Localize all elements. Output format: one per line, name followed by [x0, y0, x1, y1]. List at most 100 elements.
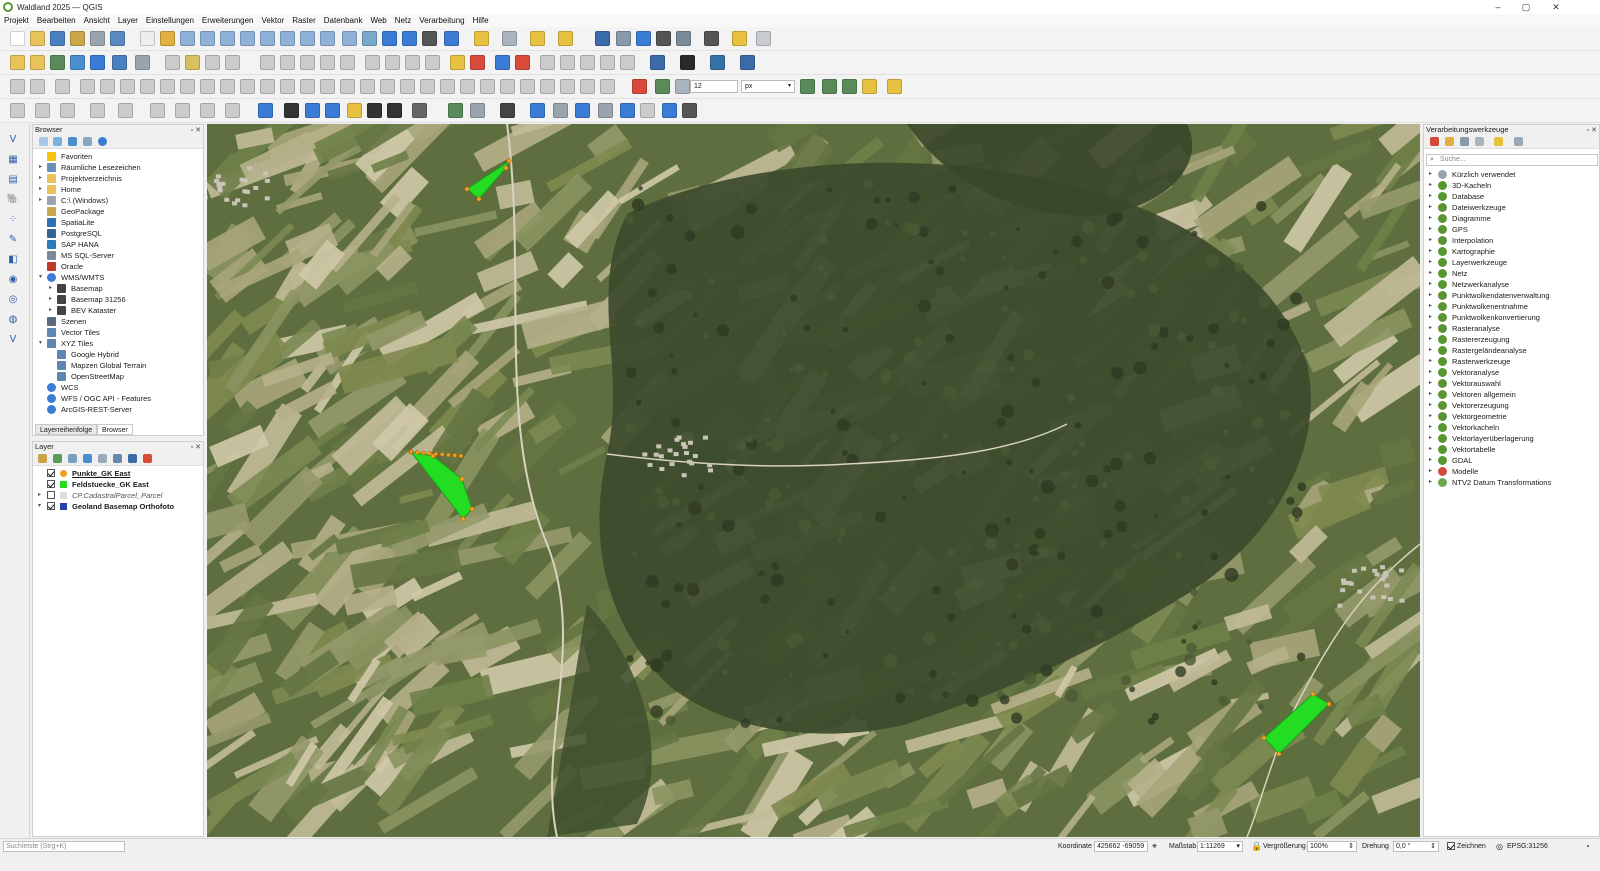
map-canvas[interactable]	[207, 124, 1420, 837]
save-edits-icon[interactable]	[112, 55, 127, 70]
map-tips-icon[interactable]	[732, 31, 747, 46]
redo-icon[interactable]	[340, 55, 355, 70]
rule-icon[interactable]	[600, 55, 615, 70]
text-rect-icon[interactable]	[412, 103, 427, 118]
expand-arrow-icon[interactable]: ▸	[1427, 224, 1434, 235]
snap-layers-icon[interactable]	[655, 79, 670, 94]
locator-search-input[interactable]: Suchleiste (Strg+K)	[3, 841, 125, 852]
statistics-icon[interactable]	[656, 31, 671, 46]
new-vector-layer-icon[interactable]: V	[6, 333, 20, 347]
select-value-icon[interactable]	[502, 31, 517, 46]
expand-arrow-icon[interactable]: ▸	[1427, 268, 1434, 279]
expand-arrow-icon[interactable]: ▸	[1427, 455, 1434, 466]
copy-icon[interactable]	[260, 55, 275, 70]
digitize-icon[interactable]	[50, 55, 65, 70]
expand-arrow-icon[interactable]: ▾	[37, 272, 44, 283]
snap-tolerance-input[interactable]: 12	[690, 80, 738, 93]
database-icon[interactable]	[650, 55, 665, 70]
point-annotation-icon[interactable]	[347, 103, 362, 118]
expand-arrow-icon[interactable]: ▸	[1427, 235, 1434, 246]
bookmark-icon[interactable]	[382, 31, 397, 46]
rotation-spinbox[interactable]: 0,0 ° ⇕	[1393, 841, 1439, 852]
tool-icon[interactable]	[540, 79, 555, 94]
redo-icon[interactable]	[365, 55, 380, 70]
change-label-icon[interactable]	[580, 55, 595, 70]
menu-verarbeitung[interactable]: Verarbeitung	[419, 16, 464, 25]
redo-icon[interactable]	[425, 55, 440, 70]
expand-arrow-icon[interactable]: ▾	[37, 338, 44, 349]
menu-web[interactable]: Web	[370, 16, 386, 25]
expand-arrow-icon[interactable]: ▸	[1427, 301, 1434, 312]
new-project-icon[interactable]	[10, 31, 25, 46]
expand-arrow-icon[interactable]: ▸	[47, 294, 54, 305]
split-icon[interactable]	[240, 79, 255, 94]
python-icon[interactable]	[710, 55, 725, 70]
close-button[interactable]: ✕	[1542, 0, 1570, 14]
expand-arrow-icon[interactable]: ▸	[1427, 400, 1434, 411]
trim-icon[interactable]	[340, 79, 355, 94]
layer-visibility-checkbox[interactable]	[47, 469, 55, 477]
help-icon[interactable]	[740, 55, 755, 70]
zoom-in-icon[interactable]	[180, 31, 195, 46]
filter-legend-icon[interactable]	[68, 454, 77, 463]
identify-icon[interactable]	[595, 31, 610, 46]
redo-icon[interactable]	[405, 55, 420, 70]
layer-visibility-checkbox[interactable]	[47, 491, 55, 499]
measure-area-icon[interactable]	[175, 103, 190, 118]
fill-ring-icon[interactable]	[120, 79, 135, 94]
menu-hilfe[interactable]: Hilfe	[473, 16, 489, 25]
menu-projekt[interactable]: Projekt	[4, 16, 29, 25]
filter-icon[interactable]	[83, 454, 92, 463]
style-icon[interactable]	[38, 454, 47, 463]
collapse-all-icon[interactable]	[83, 137, 92, 146]
expand-arrow-icon[interactable]: ▾	[36, 501, 43, 512]
pin-labels-icon[interactable]	[495, 55, 510, 70]
advanced-digitize-icon[interactable]	[10, 79, 25, 94]
form-annotation-icon[interactable]	[60, 103, 75, 118]
tab-browser[interactable]: Browser	[97, 424, 133, 435]
add-group-icon[interactable]	[53, 454, 62, 463]
expand-arrow-icon[interactable]: ▸	[1427, 444, 1434, 455]
expand-arrow-icon[interactable]: ▸	[1427, 169, 1434, 180]
tool-icon[interactable]	[380, 79, 395, 94]
crosshair-icon[interactable]	[553, 103, 568, 118]
expand-arrow-icon[interactable]: ▸	[37, 162, 44, 173]
style-dock-icon[interactable]	[530, 103, 545, 118]
expand-arrow-icon[interactable]: ▸	[1427, 378, 1434, 389]
add-vector-layer-icon[interactable]: V	[6, 133, 20, 147]
tools-icon[interactable]	[682, 103, 697, 118]
offset-icon[interactable]	[200, 79, 215, 94]
expand-arrow-icon[interactable]: ▸	[1427, 279, 1434, 290]
show-bookmarks-icon[interactable]	[402, 31, 417, 46]
vertex-tool-icon[interactable]	[70, 55, 85, 70]
move-annotation-icon[interactable]	[225, 103, 240, 118]
collapse-all-icon[interactable]	[128, 454, 137, 463]
deselect-icon[interactable]	[530, 31, 545, 46]
tool-icon[interactable]	[520, 79, 535, 94]
scale-select[interactable]: 1:11269 ▾	[1197, 841, 1243, 852]
expand-all-icon[interactable]	[113, 454, 122, 463]
add-raster-layer-icon[interactable]: ▦	[6, 153, 20, 167]
expand-arrow-icon[interactable]: ▸	[1427, 466, 1434, 477]
snap-unit-select[interactable]: px ▾	[741, 80, 795, 93]
add-delimited-text-icon[interactable]: ✎	[6, 233, 20, 247]
add-wms-layer-icon[interactable]: ◉	[6, 273, 20, 287]
measure-angle-icon[interactable]	[150, 103, 165, 118]
expand-arrow-icon[interactable]: ▸	[1427, 312, 1434, 323]
delete-selected-icon[interactable]	[300, 55, 315, 70]
properties-icon[interactable]	[98, 137, 107, 146]
move-label-icon[interactable]	[540, 55, 555, 70]
rule-icon[interactable]	[620, 55, 635, 70]
simplify-icon[interactable]	[55, 79, 70, 94]
layout-manager-icon[interactable]	[90, 31, 105, 46]
add-virtual-layer-icon[interactable]: ◧	[6, 253, 20, 267]
rotate-icon[interactable]	[30, 79, 45, 94]
models-icon[interactable]	[1430, 137, 1439, 146]
add-feature-icon[interactable]	[135, 55, 150, 70]
tracing-icon[interactable]	[800, 79, 815, 94]
toggle-extents-icon[interactable]: ⌖	[1152, 841, 1157, 852]
options-icon[interactable]	[1514, 137, 1523, 146]
tool-icon[interactable]	[600, 79, 615, 94]
render-checkbox[interactable]: Zeichnen	[1447, 841, 1486, 852]
menu-netz[interactable]: Netz	[395, 16, 411, 25]
